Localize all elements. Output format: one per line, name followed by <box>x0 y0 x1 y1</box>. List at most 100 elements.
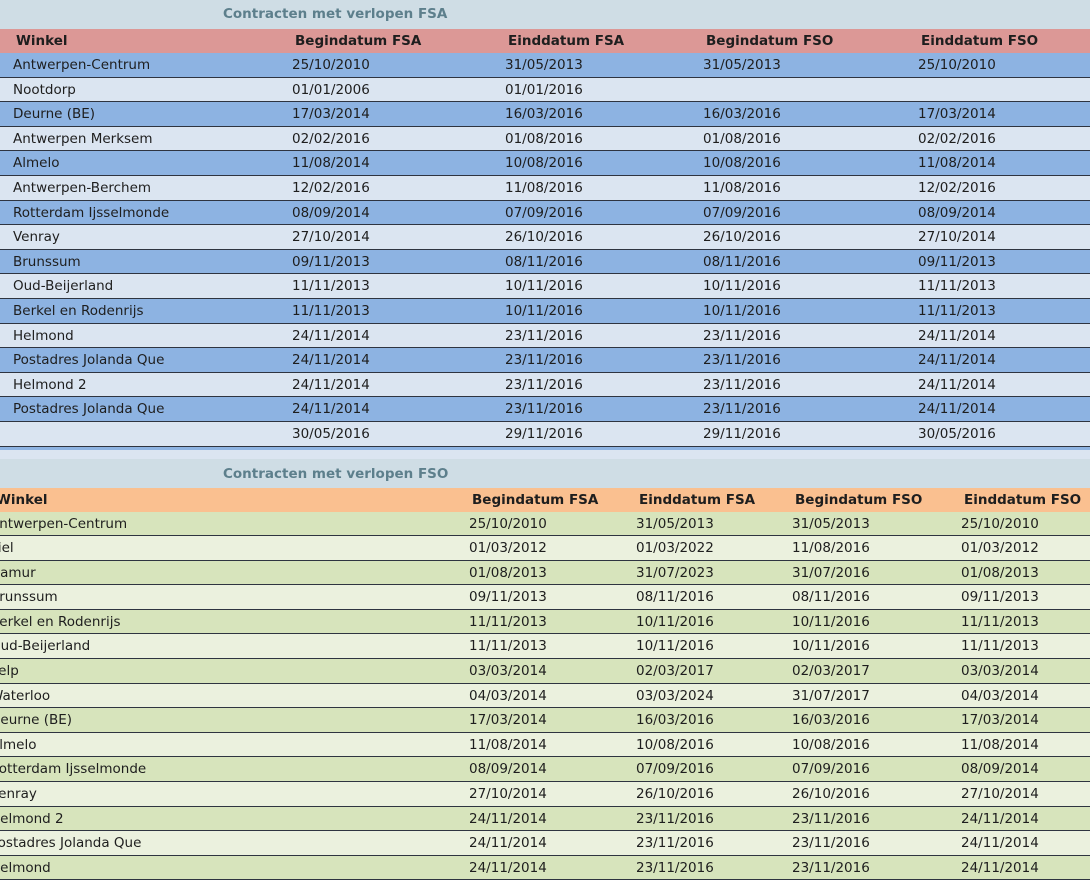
begindatum-fsa-cell: 12/02/2016 <box>292 179 370 196</box>
einddatum-fso-cell: 24/11/2014 <box>918 327 996 344</box>
begindatum-fsa-cell: 01/01/2006 <box>292 81 370 98</box>
winkel-cell: Waterloo <box>0 687 51 704</box>
begindatum-fsa-cell: 17/03/2014 <box>469 712 547 729</box>
winkel-cell: Helmond <box>0 859 51 876</box>
einddatum-fsa-cell: 23/11/2016 <box>505 352 583 369</box>
begindatum-fsa-cell: 25/10/2010 <box>469 515 547 532</box>
begindatum-fso-cell: 10/11/2016 <box>792 613 870 630</box>
begindatum-fso-cell: 02/03/2017 <box>792 663 870 680</box>
table-row: Deurne (BE) 17/03/2014 16/03/2016 16/03/201… <box>0 102 1090 127</box>
table-row: Almelo 11/08/2014 10/08/2016 10/08/2016 11/0… <box>0 732 1090 758</box>
table-row: Berkel en Rodenrijs 11/11/2013 10/11/2016 1… <box>0 609 1090 635</box>
winkel-cell: Berkel en Rodenrijs <box>13 302 144 319</box>
einddatum-fsa-cell: 10/11/2016 <box>505 278 583 295</box>
begindatum-fsa-cell: 02/02/2016 <box>292 130 370 147</box>
einddatum-fso-cell: 11/11/2013 <box>918 278 996 295</box>
einddatum-fso-cell: 04/03/2014 <box>961 687 1039 704</box>
winkel-cell: Venray <box>0 786 37 803</box>
winkel-cell: Antwerpen-Centrum <box>13 57 151 73</box>
table-row: Brunssum 09/11/2013 08/11/2016 08/11/2016 09… <box>0 585 1090 610</box>
begindatum-fsa-cell: 24/11/2014 <box>292 376 370 393</box>
column-header-begindatum-fso: Begindatum FSO <box>795 491 923 508</box>
einddatum-fso-cell: 11/11/2013 <box>918 302 996 319</box>
winkel-cell: Namur <box>0 564 36 581</box>
begindatum-fsa-cell: 09/11/2013 <box>469 589 547 606</box>
table-row: Postadres Jolanda Que 24/11/2014 23/11/201… <box>0 348 1090 373</box>
begindatum-fsa-cell: 11/11/2013 <box>469 613 547 630</box>
begindatum-fsa-cell: 01/08/2013 <box>469 564 547 581</box>
begindatum-fsa-cell: 24/11/2014 <box>292 401 370 418</box>
begindatum-fsa-cell: 09/11/2013 <box>292 253 370 270</box>
einddatum-fso-cell: 12/02/2016 <box>918 179 996 196</box>
table-row: Antwerpen-Centrum 25/10/2010 31/05/2013 31/… <box>0 511 1090 537</box>
einddatum-fso-cell: 24/11/2014 <box>918 352 996 369</box>
table-row: Rotterdam Ijsselmonde 08/09/2014 07/09/201… <box>0 757 1090 783</box>
winkel-cell: Nootdorp <box>13 81 76 98</box>
winkel-cell: Postadres Jolanda Que <box>13 352 165 369</box>
begindatum-fso-cell: 10/11/2016 <box>703 278 781 295</box>
column-header-begindatum-fsa: Begindatum FSA <box>295 33 422 49</box>
begindatum-fso-cell: 11/08/2016 <box>792 540 870 557</box>
table-row: 30/05/2016 29/11/2016 29/11/2016 30/05/2016 <box>0 421 1090 447</box>
table-row: Namur 01/08/2013 31/07/2023 31/07/2016 01/08… <box>0 560 1090 586</box>
begindatum-fsa-cell: 11/08/2014 <box>292 155 370 172</box>
table-header: Winkel Begindatum FSA Einddatum FSA Beginda… <box>0 29 1090 53</box>
winkel-cell: Almelo <box>0 736 37 753</box>
begindatum-fso-cell: 29/11/2016 <box>703 425 781 442</box>
begindatum-fso-cell: 07/09/2016 <box>792 761 870 778</box>
winkel-cell: Tiel <box>0 540 14 557</box>
einddatum-fsa-cell: 10/11/2016 <box>505 302 583 319</box>
begindatum-fso-cell: 23/11/2016 <box>703 327 781 344</box>
table-row: Almelo 11/08/2014 10/08/2016 10/08/2016 11/0… <box>0 151 1090 176</box>
einddatum-fso-cell: 24/11/2014 <box>961 810 1039 827</box>
table-row: Helmond 2 24/11/2014 23/11/2016 23/11/2016 2… <box>0 806 1090 832</box>
einddatum-fso-cell: 24/11/2014 <box>961 835 1039 852</box>
begindatum-fso-cell: 16/03/2016 <box>703 106 781 123</box>
begindatum-fso-cell: 23/11/2016 <box>792 810 870 827</box>
einddatum-fso-cell: 11/08/2014 <box>961 736 1039 753</box>
table-row: Postadres Jolanda Que 24/11/2014 23/11/201… <box>0 831 1090 856</box>
einddatum-fso-cell: 27/10/2014 <box>918 229 996 246</box>
table-row: Nootdorp 01/01/2006 01/01/2016 <box>0 77 1090 103</box>
winkel-cell: Helmond 2 <box>0 810 64 827</box>
einddatum-fso-cell: 03/03/2014 <box>961 663 1039 680</box>
column-header-winkel: Winkel <box>16 33 68 49</box>
winkel-cell: Brunssum <box>0 589 58 606</box>
einddatum-fso-cell: 02/02/2016 <box>918 130 996 147</box>
einddatum-fsa-cell: 10/08/2016 <box>505 155 583 172</box>
expired-fsa-section: Contracten met verlopen FSA Winkel Begind… <box>0 0 1090 447</box>
column-header-einddatum-fso: Einddatum FSO <box>921 33 1039 49</box>
einddatum-fsa-cell: 29/11/2016 <box>505 425 583 442</box>
einddatum-fso-cell: 09/11/2013 <box>918 253 996 270</box>
table-row: Brunssum 09/11/2013 08/11/2016 08/11/2016 09… <box>0 249 1090 275</box>
einddatum-fso-cell: 08/09/2014 <box>918 204 996 221</box>
section-divider <box>0 446 1090 459</box>
begindatum-fso-cell: 23/11/2016 <box>703 401 781 418</box>
begindatum-fsa-cell: 25/10/2010 <box>292 57 370 73</box>
begindatum-fso-cell: 23/11/2016 <box>703 376 781 393</box>
section-title: Contracten met verlopen FSO <box>0 458 1090 488</box>
column-header-einddatum-fsa: Einddatum FSA <box>639 491 756 508</box>
table-row: Berkel en Rodenrijs 11/11/2013 10/11/2016 1… <box>0 298 1090 324</box>
einddatum-fsa-cell: 10/11/2016 <box>636 613 714 630</box>
einddatum-fso-cell: 30/05/2016 <box>918 425 996 442</box>
table-row: Antwerpen-Berchem 12/02/2016 11/08/2016 11/… <box>0 175 1090 201</box>
begindatum-fso-cell: 10/11/2016 <box>703 302 781 319</box>
begindatum-fso-cell: 31/07/2017 <box>792 687 870 704</box>
begindatum-fsa-cell: 01/03/2012 <box>469 540 547 557</box>
table-row: Velp 03/03/2014 02/03/2017 02/03/2017 03/03/… <box>0 659 1090 684</box>
einddatum-fso-cell: 25/10/2010 <box>961 515 1039 532</box>
table-row: Tiel 01/03/2012 01/03/2022 11/08/2016 01/03/… <box>0 536 1090 561</box>
table-row: Antwerpen-Centrum 25/10/2010 31/05/2013 31/… <box>0 53 1090 78</box>
einddatum-fsa-cell: 07/09/2016 <box>636 761 714 778</box>
table-body: Antwerpen-Centrum 25/10/2010 31/05/2013 31/… <box>0 53 1090 447</box>
column-header-einddatum-fsa: Einddatum FSA <box>508 33 625 49</box>
einddatum-fsa-cell: 02/03/2017 <box>636 663 714 680</box>
begindatum-fso-cell: 01/08/2016 <box>703 130 781 147</box>
begindatum-fsa-cell: 04/03/2014 <box>469 687 547 704</box>
begindatum-fso-cell: 26/10/2016 <box>792 786 870 803</box>
einddatum-fso-cell: 11/11/2013 <box>961 613 1039 630</box>
begindatum-fso-cell: 16/03/2016 <box>792 712 870 729</box>
column-header-begindatum-fso: Begindatum FSO <box>706 33 834 49</box>
einddatum-fsa-cell: 07/09/2016 <box>505 204 583 221</box>
